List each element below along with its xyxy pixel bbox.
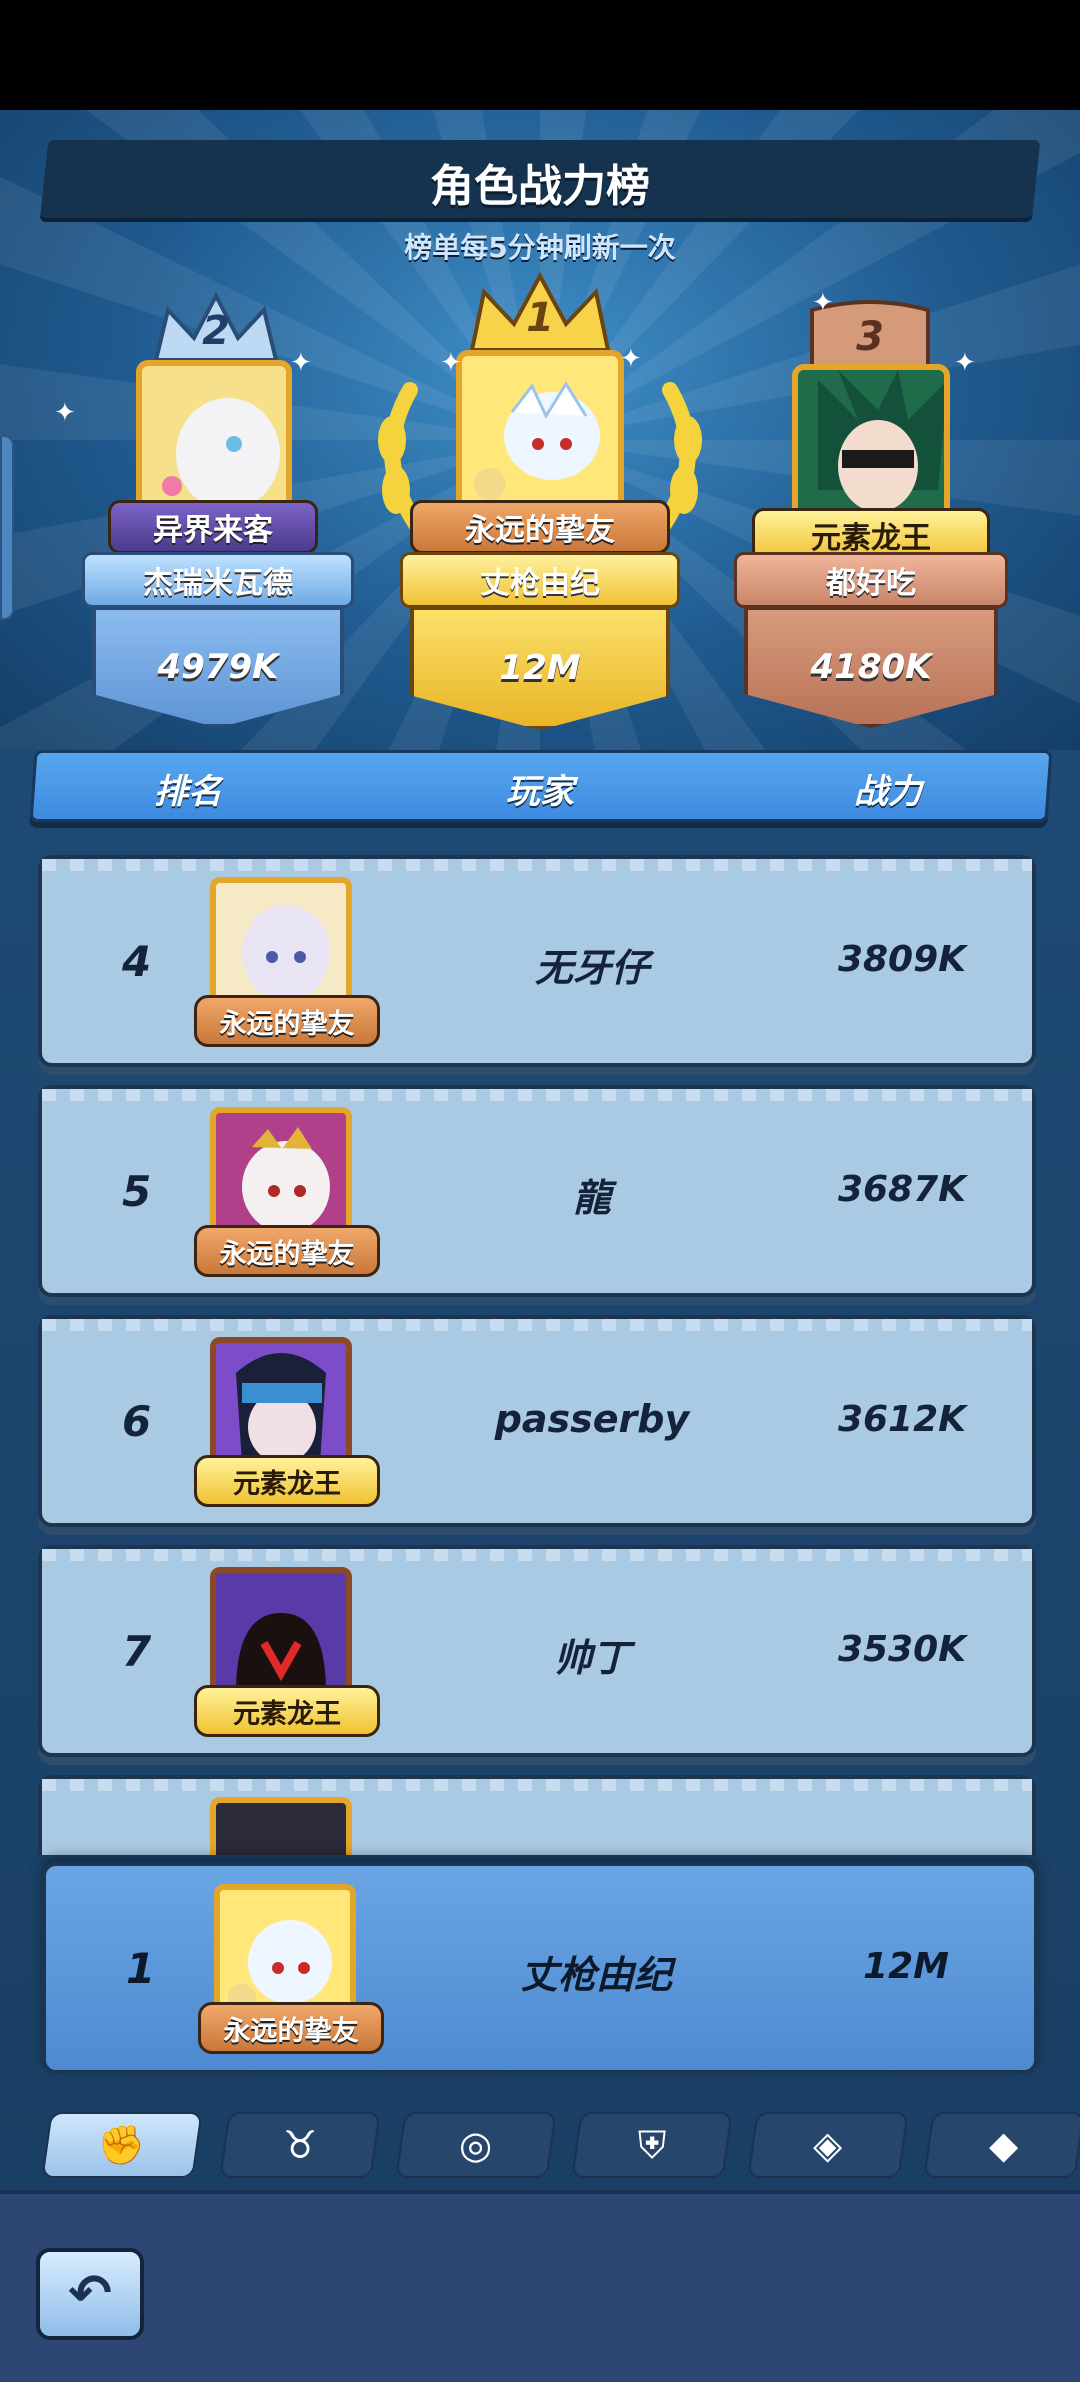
player-name: 丈枪由纪 <box>400 552 680 608</box>
tab-fist[interactable]: ✊ <box>41 2112 203 2178</box>
avatar: 元素龙王 <box>194 1567 380 1739</box>
rank-number: 2 <box>202 308 230 354</box>
page-title: 角色战力榜 <box>430 161 650 212</box>
tab-cards-alt[interactable]: ◆ <box>923 2112 1080 2178</box>
title-tag: 永远的挚友 <box>194 1225 380 1277</box>
swirl-card-icon: ◎ <box>459 2123 493 2167</box>
self-rank-row[interactable]: 1 永远的挚友 丈枪由纪 12M <box>42 1862 1038 2074</box>
sparkle-icon: ✦ <box>54 398 76 428</box>
podium-rank-1[interactable]: 1 永远的挚友 丈枪由纪 12M <box>370 270 710 750</box>
fist-icon: ✊ <box>98 2122 146 2167</box>
sparkle-icon: ✦ <box>812 288 834 318</box>
sparkle-icon: ✦ <box>440 348 462 378</box>
character-art <box>162 398 280 510</box>
avatar: 永远的挚友 <box>194 1107 380 1279</box>
row-trim <box>42 1319 1032 1331</box>
power-value: 12M <box>410 606 670 730</box>
refresh-note: 榜单每5分钟刷新一次 <box>404 231 676 264</box>
category-tabs: ✊ ♉ ◎ ⛨ ◈ ◆ <box>0 2100 1080 2190</box>
row-power: 12M <box>863 1946 949 1987</box>
sparkle-icon: ✦ <box>954 348 976 378</box>
row-player: 丈枪由纪 <box>519 1953 672 1997</box>
player-name: 都好吃 <box>734 552 1008 608</box>
row-trim <box>42 859 1032 871</box>
avatar: 元素龙王 <box>194 1337 380 1509</box>
row-power: 3530K <box>837 1629 967 1670</box>
avatar: 永远的挚友 <box>198 1884 384 2056</box>
row-trim <box>42 1089 1032 1101</box>
row-power: 3687K <box>837 1169 967 1210</box>
tab-bull[interactable]: ♉ <box>219 2112 381 2178</box>
podium-stage: 角色战力榜 榜单每5分钟刷新一次 2 异界来客 杰瑞米瓦德 4979K ✦ ✦ <box>0 110 1080 750</box>
title-tag: 异界来客 <box>108 500 318 554</box>
back-arrow-icon: ↶ <box>68 2264 112 2324</box>
avatar: 永远的挚友 <box>194 877 380 1049</box>
row-power: 3612K <box>837 1399 967 1440</box>
character-portrait <box>792 364 950 526</box>
row-power: 3809K <box>837 939 967 980</box>
title-tag: 永远的挚友 <box>198 2002 384 2054</box>
title-tag: 永远的挚友 <box>410 500 670 554</box>
header-power: 战力 <box>854 772 922 812</box>
power-value: 4180K <box>744 606 998 728</box>
avatar <box>210 1797 362 1855</box>
character-art <box>818 370 944 512</box>
tab-cards[interactable]: ◈ <box>747 2112 909 2178</box>
power-value: 4979K <box>92 606 344 728</box>
row-player: 龍 <box>572 1176 611 1220</box>
rank-number: 3 <box>856 314 884 360</box>
table-row[interactable]: 7 元素龙王 帅丁 3530K <box>38 1545 1036 1757</box>
portrait-frame <box>210 1797 352 1855</box>
title-tag: 元素龙王 <box>194 1685 380 1737</box>
row-player: passerby <box>494 1397 690 1441</box>
podium-rank-2[interactable]: 2 异界来客 杰瑞米瓦德 4979K <box>80 290 360 750</box>
back-button[interactable]: ↶ <box>36 2248 144 2340</box>
row-rank: 7 <box>122 1627 152 1676</box>
bottom-bar: ↶ <box>0 2190 1080 2382</box>
header-rank: 排名 <box>154 772 222 812</box>
side-drawer-handle[interactable] <box>0 435 14 620</box>
shield-card-icon: ⛨ <box>637 2122 667 2167</box>
row-player: 无牙仔 <box>534 946 649 990</box>
title-tag: 永远的挚友 <box>194 995 380 1047</box>
sparkle-icon: ✦ <box>620 344 642 374</box>
row-trim <box>42 1779 1032 1791</box>
row-player: 帅丁 <box>553 1636 630 1680</box>
bull-icon: ♉ <box>282 2123 318 2167</box>
row-rank: 4 <box>122 937 152 986</box>
character-portrait <box>136 360 292 520</box>
character-portrait <box>456 350 624 520</box>
cards-icon: ◈ <box>813 2123 843 2167</box>
tab-swirl[interactable]: ◎ <box>395 2112 557 2178</box>
row-trim <box>42 1549 1032 1561</box>
tab-shield[interactable]: ⛨ <box>571 2112 733 2178</box>
row-rank: 1 <box>126 1944 156 1993</box>
table-row[interactable] <box>38 1775 1036 1855</box>
table-row[interactable]: 4 永远的挚友 无牙仔 3809K <box>38 855 1036 1067</box>
character-art <box>474 381 600 500</box>
player-name: 杰瑞米瓦德 <box>82 552 354 608</box>
cards-alt-icon: ◆ <box>989 2123 1019 2167</box>
row-rank: 6 <box>122 1397 152 1446</box>
status-bar <box>0 0 1080 110</box>
table-row[interactable]: 5 永远的挚友 龍 3687K <box>38 1085 1036 1297</box>
table-row[interactable]: 6 元素龙王 passerby 3612K <box>38 1315 1036 1527</box>
row-rank: 5 <box>122 1167 152 1216</box>
sparkle-icon: ✦ <box>290 348 312 378</box>
title-tag: 元素龙王 <box>194 1455 380 1507</box>
rank-number: 1 <box>526 295 554 341</box>
header-player: 玩家 <box>506 772 574 812</box>
ranking-rows[interactable]: 4 永远的挚友 无牙仔 3809K 5 永远的挚友 龍 3687K 6 元素龙王… <box>0 855 1080 1855</box>
